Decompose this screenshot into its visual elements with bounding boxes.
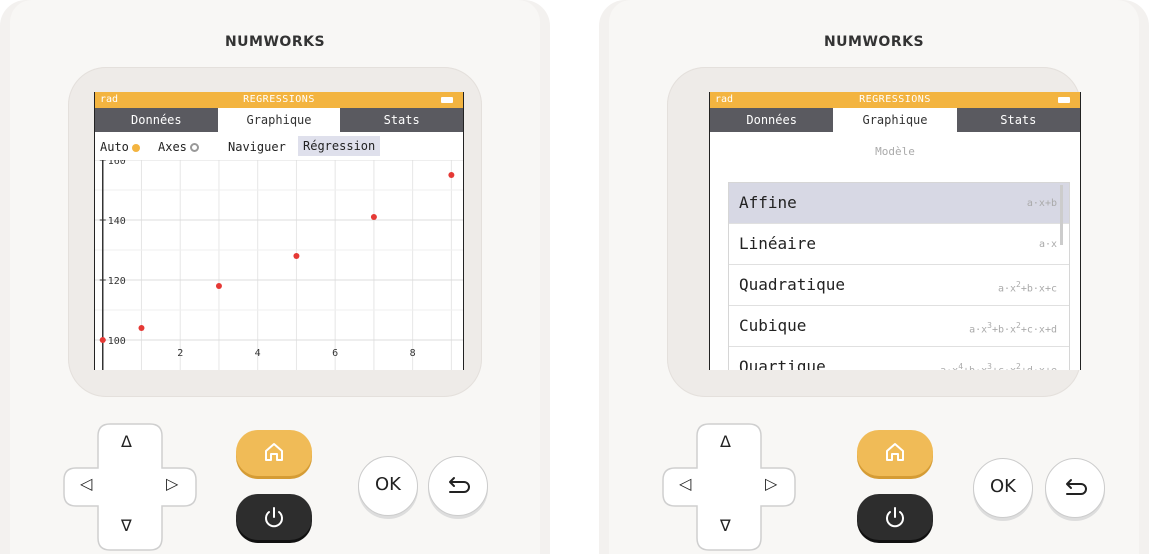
model-name: Linéaire [739,234,817,253]
model-name: Cubique [739,316,807,335]
scatter-plot[interactable]: 100 120 140 160 2 4 6 8 [95,160,463,370]
data-point [215,283,222,289]
data-point [370,214,377,220]
auto-button[interactable]: Auto [100,140,140,154]
x-tick-label: 2 [177,348,183,359]
data-point [448,172,455,178]
tab-graphique[interactable]: Graphique [833,108,957,132]
model-formula: a·x3+b·x2+c·x+d [969,321,1057,336]
model-name: Quadratique [739,275,845,294]
status-bar: rad REGRESSIONS [95,92,463,108]
model-row-affine[interactable]: Affine a·x+b [729,183,1069,224]
auto-label: Auto [100,140,129,154]
ok-button[interactable]: OK [973,458,1033,518]
ok-button[interactable]: OK [358,456,418,516]
right-arrow-icon[interactable]: ▷ [765,474,777,493]
graph-toolbar: Auto Axes Naviguer Régression [95,136,463,158]
tab-stats[interactable]: Stats [340,108,463,132]
model-list[interactable]: Affine a·x+b Linéaire a·x Quadratique a·… [728,182,1070,370]
screen: rad REGRESSIONS Données Graphique Stats … [94,92,464,370]
model-name: Quartique [739,357,826,370]
up-arrow-icon[interactable]: Δ [121,432,132,451]
model-formula: a·x4+b·x3+c·x2+d·x+e [940,362,1057,370]
y-tick-label: 100 [108,336,126,347]
power-button[interactable] [236,494,312,540]
scrollbar[interactable] [1060,185,1063,245]
back-arrow-icon [449,477,470,493]
down-arrow-icon[interactable]: ∇ [720,516,731,535]
model-formula: a·x2+b·x+c [997,280,1057,295]
calculator-right: NUMWORKS rad REGRESSIONS Données Graphiq… [599,0,1149,554]
auto-toggle-icon [131,144,140,152]
y-tick-label: 120 [108,276,126,287]
up-arrow-icon[interactable]: Δ [720,432,731,451]
tab-bar: Données Graphique Stats [710,108,1080,132]
home-icon [886,443,904,461]
right-arrow-icon[interactable]: ▷ [166,474,178,493]
model-formula: a·x [1038,239,1057,250]
axes-button[interactable]: Axes [158,140,199,154]
x-tick-label: 6 [332,348,338,359]
axes-label: Axes [158,140,187,154]
calculator-left: NUMWORKS rad REGRESSIONS Données Graphiq… [0,0,550,554]
home-icon [265,443,283,461]
app-title: REGRESSIONS [859,94,931,105]
x-tick-label: 4 [255,348,261,359]
regression-button[interactable]: Régression [298,136,381,156]
battery-icon [1058,97,1070,103]
screen: rad REGRESSIONS Données Graphique Stats … [709,92,1081,370]
tab-stats[interactable]: Stats [957,108,1080,132]
model-row-lineaire[interactable]: Linéaire a·x [729,224,1069,265]
axes-toggle-icon [189,143,199,152]
left-arrow-icon[interactable]: ◁ [80,474,92,493]
model-row-quartique[interactable]: Quartique a·x4+b·x3+c·x2+d·x+e [729,347,1069,370]
model-name: Affine [739,193,797,212]
brand-label: NUMWORKS [224,34,326,50]
model-heading: Modèle [875,145,915,158]
y-tick-label: 160 [108,160,126,167]
left-arrow-icon[interactable]: ◁ [679,474,691,493]
status-bar: rad REGRESSIONS [710,92,1080,108]
model-formula: a·x+b [1026,198,1057,209]
tab-donnees[interactable]: Données [710,108,833,132]
tab-donnees[interactable]: Données [95,108,218,132]
back-button[interactable] [428,456,488,516]
power-icon [886,507,904,528]
home-button[interactable] [857,430,933,476]
power-icon [265,507,283,528]
tab-bar: Données Graphique Stats [95,108,463,132]
battery-icon [441,97,453,103]
model-row-quadratique[interactable]: Quadratique a·x2+b·x+c [729,265,1069,306]
home-button[interactable] [236,430,312,476]
data-point [293,253,300,259]
data-point [138,325,145,331]
app-title: REGRESSIONS [243,94,315,105]
down-arrow-icon[interactable]: ∇ [121,516,132,535]
navigate-button[interactable]: Naviguer [228,140,286,154]
tab-graphique[interactable]: Graphique [217,108,341,132]
y-tick-label: 140 [108,216,126,227]
back-button[interactable] [1045,458,1105,518]
data-point [99,337,106,343]
model-row-cubique[interactable]: Cubique a·x3+b·x2+c·x+d [729,306,1069,347]
brand-label: NUMWORKS [823,34,925,50]
power-button[interactable] [857,494,933,540]
x-tick-label: 8 [410,348,416,359]
back-arrow-icon [1066,479,1087,495]
